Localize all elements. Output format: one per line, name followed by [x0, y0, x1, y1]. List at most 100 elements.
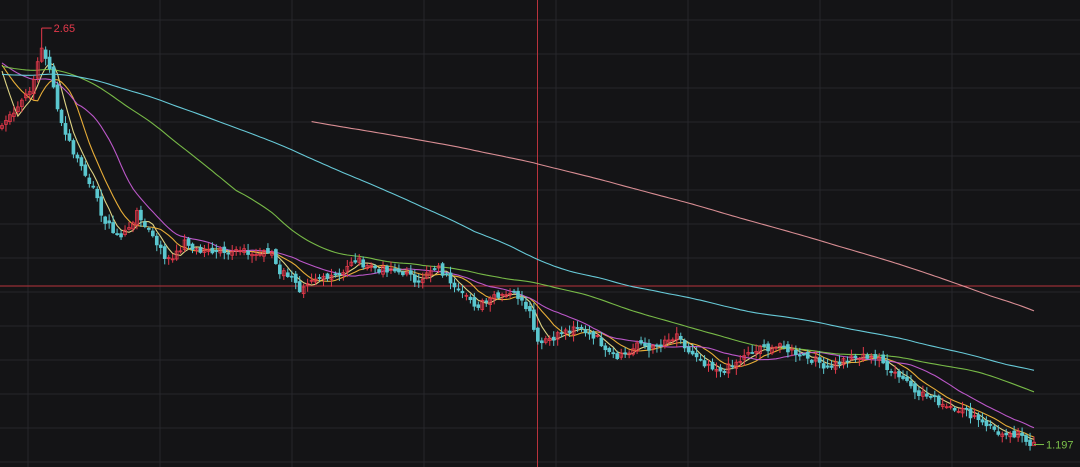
low-price-label: 1.197: [1046, 440, 1074, 452]
candle-down: [226, 252, 231, 255]
candle-down: [520, 296, 524, 301]
candle-down: [186, 238, 191, 246]
candle-down: [984, 420, 989, 427]
candle-down: [821, 363, 826, 369]
candle-down: [278, 264, 282, 275]
candle-down: [750, 352, 755, 354]
candle-down: [623, 352, 628, 355]
candle-down: [801, 353, 806, 356]
candle-down: [333, 273, 338, 276]
candle-down: [512, 290, 516, 293]
candle-down: [615, 353, 620, 359]
candle-down: [293, 273, 298, 283]
candle-down: [377, 269, 381, 273]
candle-down: [397, 268, 401, 273]
candle-down: [222, 246, 227, 254]
candle-down: [817, 357, 822, 363]
candle-down: [516, 290, 520, 299]
candle-down: [722, 370, 727, 373]
candle-down: [536, 327, 540, 342]
candle-down: [694, 352, 699, 358]
candle-down: [690, 350, 695, 355]
candle-down: [607, 347, 612, 353]
candle-down: [762, 344, 766, 347]
candle-down: [766, 343, 770, 352]
candle-down: [928, 395, 933, 398]
candle-down: [158, 244, 163, 248]
candle-down: [964, 407, 969, 410]
candle-down: [1028, 439, 1032, 446]
candle-down: [551, 336, 556, 341]
ma-60-line: [1, 65, 1035, 393]
candle-down: [111, 222, 115, 234]
candle-down: [639, 340, 643, 344]
candle-down: [837, 361, 842, 365]
candle-down: [317, 277, 322, 279]
candle-down: [139, 209, 143, 221]
candle-down: [865, 354, 870, 359]
candle-down: [119, 233, 123, 238]
candle-down: [150, 230, 155, 237]
candle-down: [1020, 432, 1024, 436]
candle-down: [468, 296, 473, 301]
candle-down: [496, 292, 500, 298]
candle-down: [936, 395, 941, 406]
candle-down: [325, 273, 330, 279]
candle-down: [412, 274, 417, 283]
candle-down: [992, 426, 997, 430]
candle-down: [889, 371, 893, 373]
candle-down: [337, 272, 342, 276]
candle-down: [107, 220, 111, 224]
candles: [0, 28, 1036, 451]
high-price-label: 2.65: [54, 23, 75, 35]
candle-down: [794, 349, 798, 356]
candle-down: [805, 351, 810, 359]
candle-down: [1024, 435, 1028, 442]
candle-down: [373, 265, 377, 269]
candle-down: [297, 281, 302, 293]
crosshair: [0, 0, 1080, 467]
candle-down: [1012, 430, 1016, 438]
candle-down: [43, 49, 48, 59]
candle-down: [210, 247, 215, 254]
candle-down: [353, 260, 358, 263]
candle-down: [95, 188, 100, 199]
candle-down: [143, 221, 147, 227]
candle-down: [647, 342, 651, 351]
candle-down: [448, 272, 453, 284]
candle-down: [75, 154, 80, 159]
candle-down: [853, 355, 858, 359]
candle-down: [643, 342, 647, 347]
candle-down: [611, 352, 616, 355]
candle-down: [408, 270, 413, 275]
candle-down: [274, 249, 278, 264]
candle-down: [782, 345, 786, 348]
candle-down: [678, 336, 683, 340]
candle-down: [115, 233, 119, 236]
candle-down: [103, 216, 108, 224]
candle-down: [147, 227, 151, 230]
candle-down: [476, 304, 481, 308]
candle-down: [686, 346, 691, 353]
candle-down: [809, 359, 814, 363]
candle-down: [83, 164, 88, 176]
candle-down: [440, 263, 445, 276]
candle-down: [528, 306, 532, 312]
candle-down: [797, 354, 802, 357]
candle-down: [579, 326, 584, 329]
candle-down: [456, 288, 461, 291]
candle-down: [385, 265, 389, 273]
candle-down: [67, 133, 72, 141]
candle-down: [567, 330, 572, 333]
candle-down: [444, 273, 449, 276]
candle-down: [587, 332, 592, 335]
candle-down: [484, 300, 489, 303]
candle-down: [829, 365, 834, 368]
candle-down: [246, 250, 250, 255]
candle-down: [162, 246, 167, 259]
candle-down: [460, 290, 465, 294]
candle-down: [289, 275, 294, 278]
candle-down: [682, 340, 687, 349]
candle-down: [285, 272, 290, 277]
candle-down: [980, 419, 985, 423]
